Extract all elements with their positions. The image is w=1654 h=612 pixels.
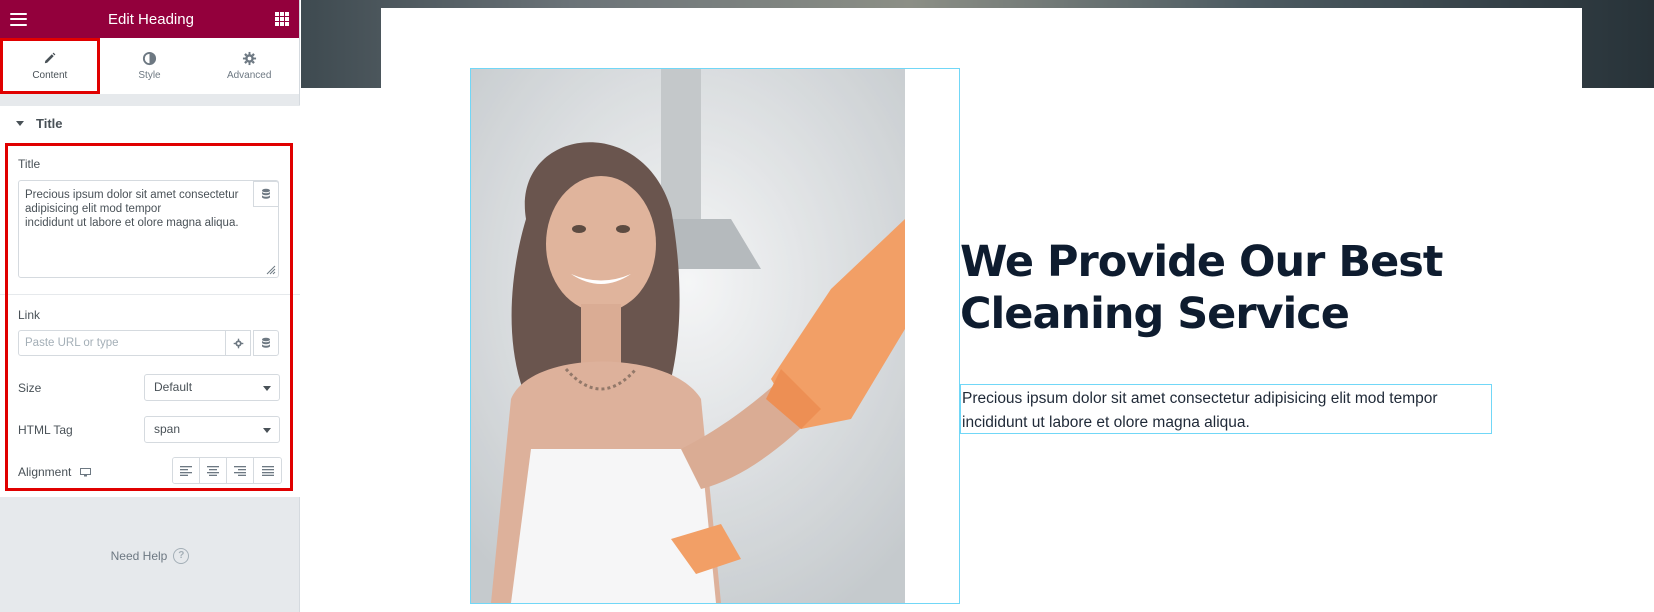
photo-illustration — [471, 69, 905, 603]
panel-title: Edit Heading — [108, 10, 194, 28]
half-circle-icon — [142, 51, 157, 66]
align-center-icon — [207, 465, 219, 476]
heading-line-1: We Provide Our Best — [960, 237, 1443, 287]
tab-advanced-label: Advanced — [226, 70, 272, 81]
controls-area: Title Precious ipsum dolor sit amet cons… — [0, 140, 300, 497]
html-tag-select-value: span — [154, 422, 181, 436]
align-left-button[interactable] — [173, 458, 200, 483]
database-icon — [262, 188, 270, 199]
preview-canvas: We Provide Our Best Cleaning Service Pre… — [301, 0, 1654, 612]
widgets-grid-icon[interactable] — [275, 12, 289, 26]
tab-content[interactable]: Content — [0, 38, 100, 94]
alignment-choices — [172, 457, 282, 484]
chevron-down-icon — [263, 386, 271, 391]
tab-style-label: Style — [138, 70, 161, 81]
align-right-icon — [234, 465, 246, 476]
title-textarea[interactable]: Precious ipsum dolor sit amet consectetu… — [18, 180, 279, 278]
pencil-icon — [45, 52, 56, 64]
align-center-button[interactable] — [200, 458, 227, 483]
tab-content-label: Content — [32, 70, 68, 81]
tab-advanced[interactable]: Advanced — [199, 38, 299, 94]
size-select[interactable]: Default — [144, 374, 280, 401]
alignment-label: Alignment — [18, 465, 72, 479]
paragraph-line-1: Precious ipsum dolor sit amet consectetu… — [962, 390, 1438, 407]
help-circle-icon: ? — [173, 548, 190, 564]
link-dynamic-tags-button[interactable] — [253, 330, 279, 356]
woman-cleaning-window-photo — [471, 69, 905, 603]
link-url-input[interactable]: Paste URL or type — [18, 330, 226, 356]
link-label: Link — [18, 308, 41, 322]
hamburger-menu-icon[interactable] — [10, 12, 27, 26]
align-justify-button[interactable] — [254, 458, 281, 483]
alignment-label-row: Alignment — [18, 465, 92, 479]
caret-down-icon — [16, 120, 24, 126]
size-select-value: Default — [154, 380, 193, 394]
align-right-button[interactable] — [227, 458, 254, 483]
html-tag-select[interactable]: span — [144, 416, 280, 443]
text-editor-widget[interactable]: Precious ipsum dolor sit amet consectetu… — [960, 384, 1492, 434]
link-options-button[interactable] — [225, 330, 251, 356]
panel-header: Edit Heading — [0, 0, 299, 38]
image-widget[interactable] — [470, 68, 960, 604]
dynamic-tags-button[interactable] — [253, 181, 279, 207]
need-help-label: Need Help — [110, 549, 168, 563]
panel-tabs: Content Style Advanced — [0, 38, 299, 94]
tab-style[interactable]: Style — [100, 38, 200, 94]
chevron-down-icon — [263, 428, 271, 433]
resize-grip-icon[interactable] — [266, 265, 276, 275]
heading-line-2: Cleaning Service — [960, 289, 1350, 339]
heading-widget[interactable]: We Provide Our Best Cleaning Service — [960, 236, 1480, 340]
section-title-label: Title — [36, 115, 63, 131]
align-justify-icon — [261, 465, 274, 476]
gear-icon — [233, 338, 243, 348]
editor-panel: Edit Heading Content Style Advanced Titl… — [0, 0, 300, 612]
database-icon — [262, 337, 270, 348]
paragraph-line-2: incididunt ut labore et olore magna aliq… — [962, 414, 1250, 431]
size-label: Size — [18, 381, 42, 395]
section-title-toggle[interactable]: Title — [0, 105, 300, 140]
desktop-icon[interactable] — [80, 467, 92, 477]
divider — [0, 294, 300, 295]
title-label: Title — [18, 157, 41, 171]
need-help-link[interactable]: Need Help ? — [0, 548, 300, 564]
align-left-icon — [180, 465, 192, 476]
gear-icon — [242, 51, 256, 66]
html-tag-label: HTML Tag — [18, 423, 73, 437]
